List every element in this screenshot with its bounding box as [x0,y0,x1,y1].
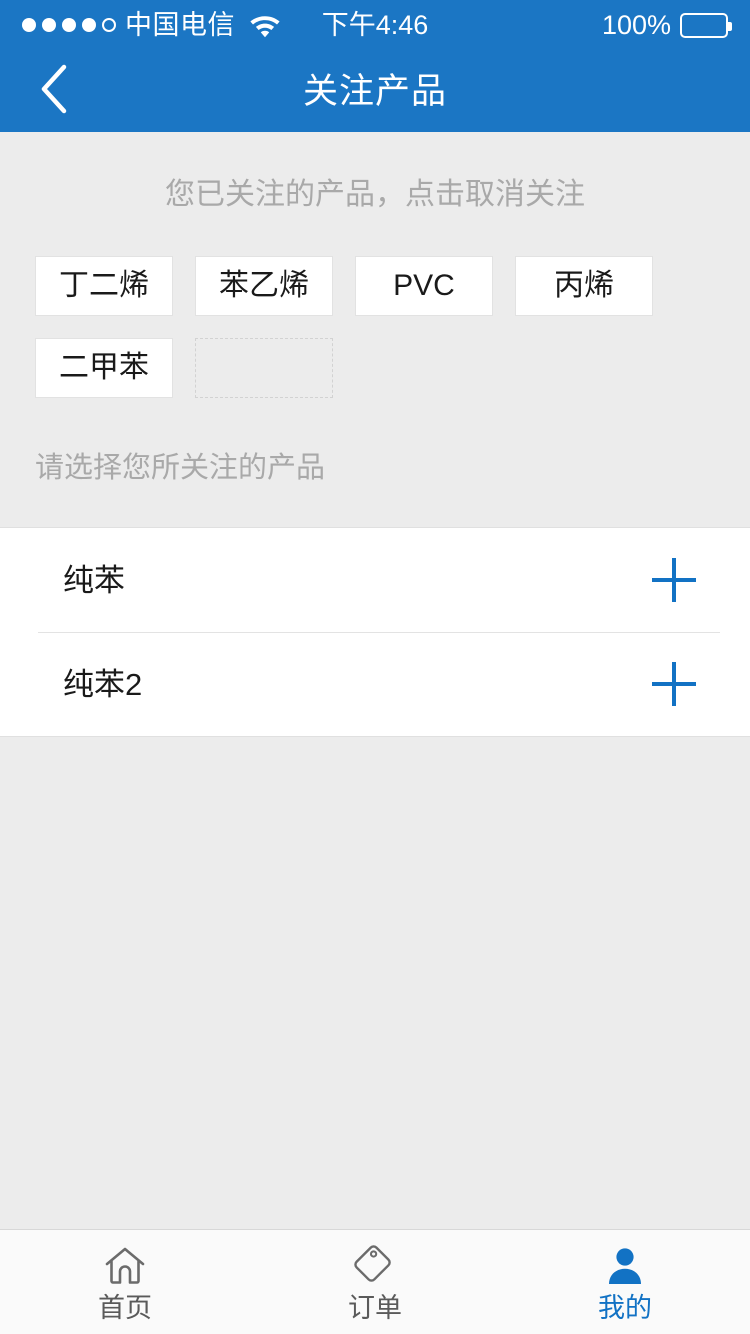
tab-label-orders: 订单 [348,1292,402,1323]
tab-label-home: 首页 [98,1292,152,1323]
status-bar-left: 中国电信 [22,9,282,40]
signal-dot [82,18,96,32]
available-products-label: 请选择您所关注的产品 [35,452,326,484]
page-title: 关注产品 [302,71,447,111]
home-icon [102,1243,148,1289]
bottom-tab-bar: 首页 订单 我的 [0,1229,750,1334]
signal-dot [22,18,36,32]
followed-products-grid: 丁二烯 苯乙烯 PVC 丙烯 二甲苯 [0,210,750,398]
followed-products-hint: 您已关注的产品，点击取消关注 [165,178,585,211]
followed-product-tag[interactable]: PVC [355,256,493,316]
signal-dot-empty [102,18,116,32]
status-bar-right: 100% [601,9,732,40]
wifi-icon [248,12,282,38]
tab-label-profile: 我的 [598,1292,652,1323]
tag-icon [352,1243,398,1289]
chevron-left-icon [39,63,69,120]
battery-nub [728,21,732,31]
followed-product-tag[interactable]: 二甲苯 [35,338,173,398]
back-button[interactable] [14,50,94,132]
battery-icon [680,12,732,38]
available-products-list: 纯苯 纯苯2 [0,527,750,737]
person-icon [602,1243,648,1289]
empty-tag-placeholder [195,338,333,398]
battery-percent-label: 100% [601,9,671,40]
tab-profile[interactable]: 我的 [500,1230,750,1334]
tab-orders[interactable]: 订单 [250,1230,500,1334]
followed-product-tag[interactable]: 丁二烯 [35,256,173,316]
status-bar: 中国电信 下午4:46 100% [0,0,750,50]
product-name: 纯苯2 [63,666,143,702]
nav-bar: 关注产品 [0,50,750,132]
main-content: 您已关注的产品，点击取消关注 丁二烯 苯乙烯 PVC 丙烯 二甲苯 请选择您所关… [0,132,750,1229]
plus-icon[interactable] [652,662,696,706]
followed-product-tag[interactable]: 丙烯 [515,256,653,316]
plus-icon[interactable] [652,558,696,602]
signal-strength-icon [22,18,116,32]
product-name: 纯苯 [63,562,125,598]
tab-home[interactable]: 首页 [0,1230,250,1334]
followed-product-tag[interactable]: 苯乙烯 [195,256,333,316]
carrier-label: 中国电信 [125,9,235,40]
app-root: 中国电信 下午4:46 100% 关注产品 您已关注的产品，点击取消关注 丁二烯… [0,0,750,1334]
list-item[interactable]: 纯苯2 [0,632,750,736]
list-item[interactable]: 纯苯 [0,528,750,632]
signal-dot [42,18,56,32]
signal-dot [62,18,76,32]
content-filler [0,737,750,1229]
